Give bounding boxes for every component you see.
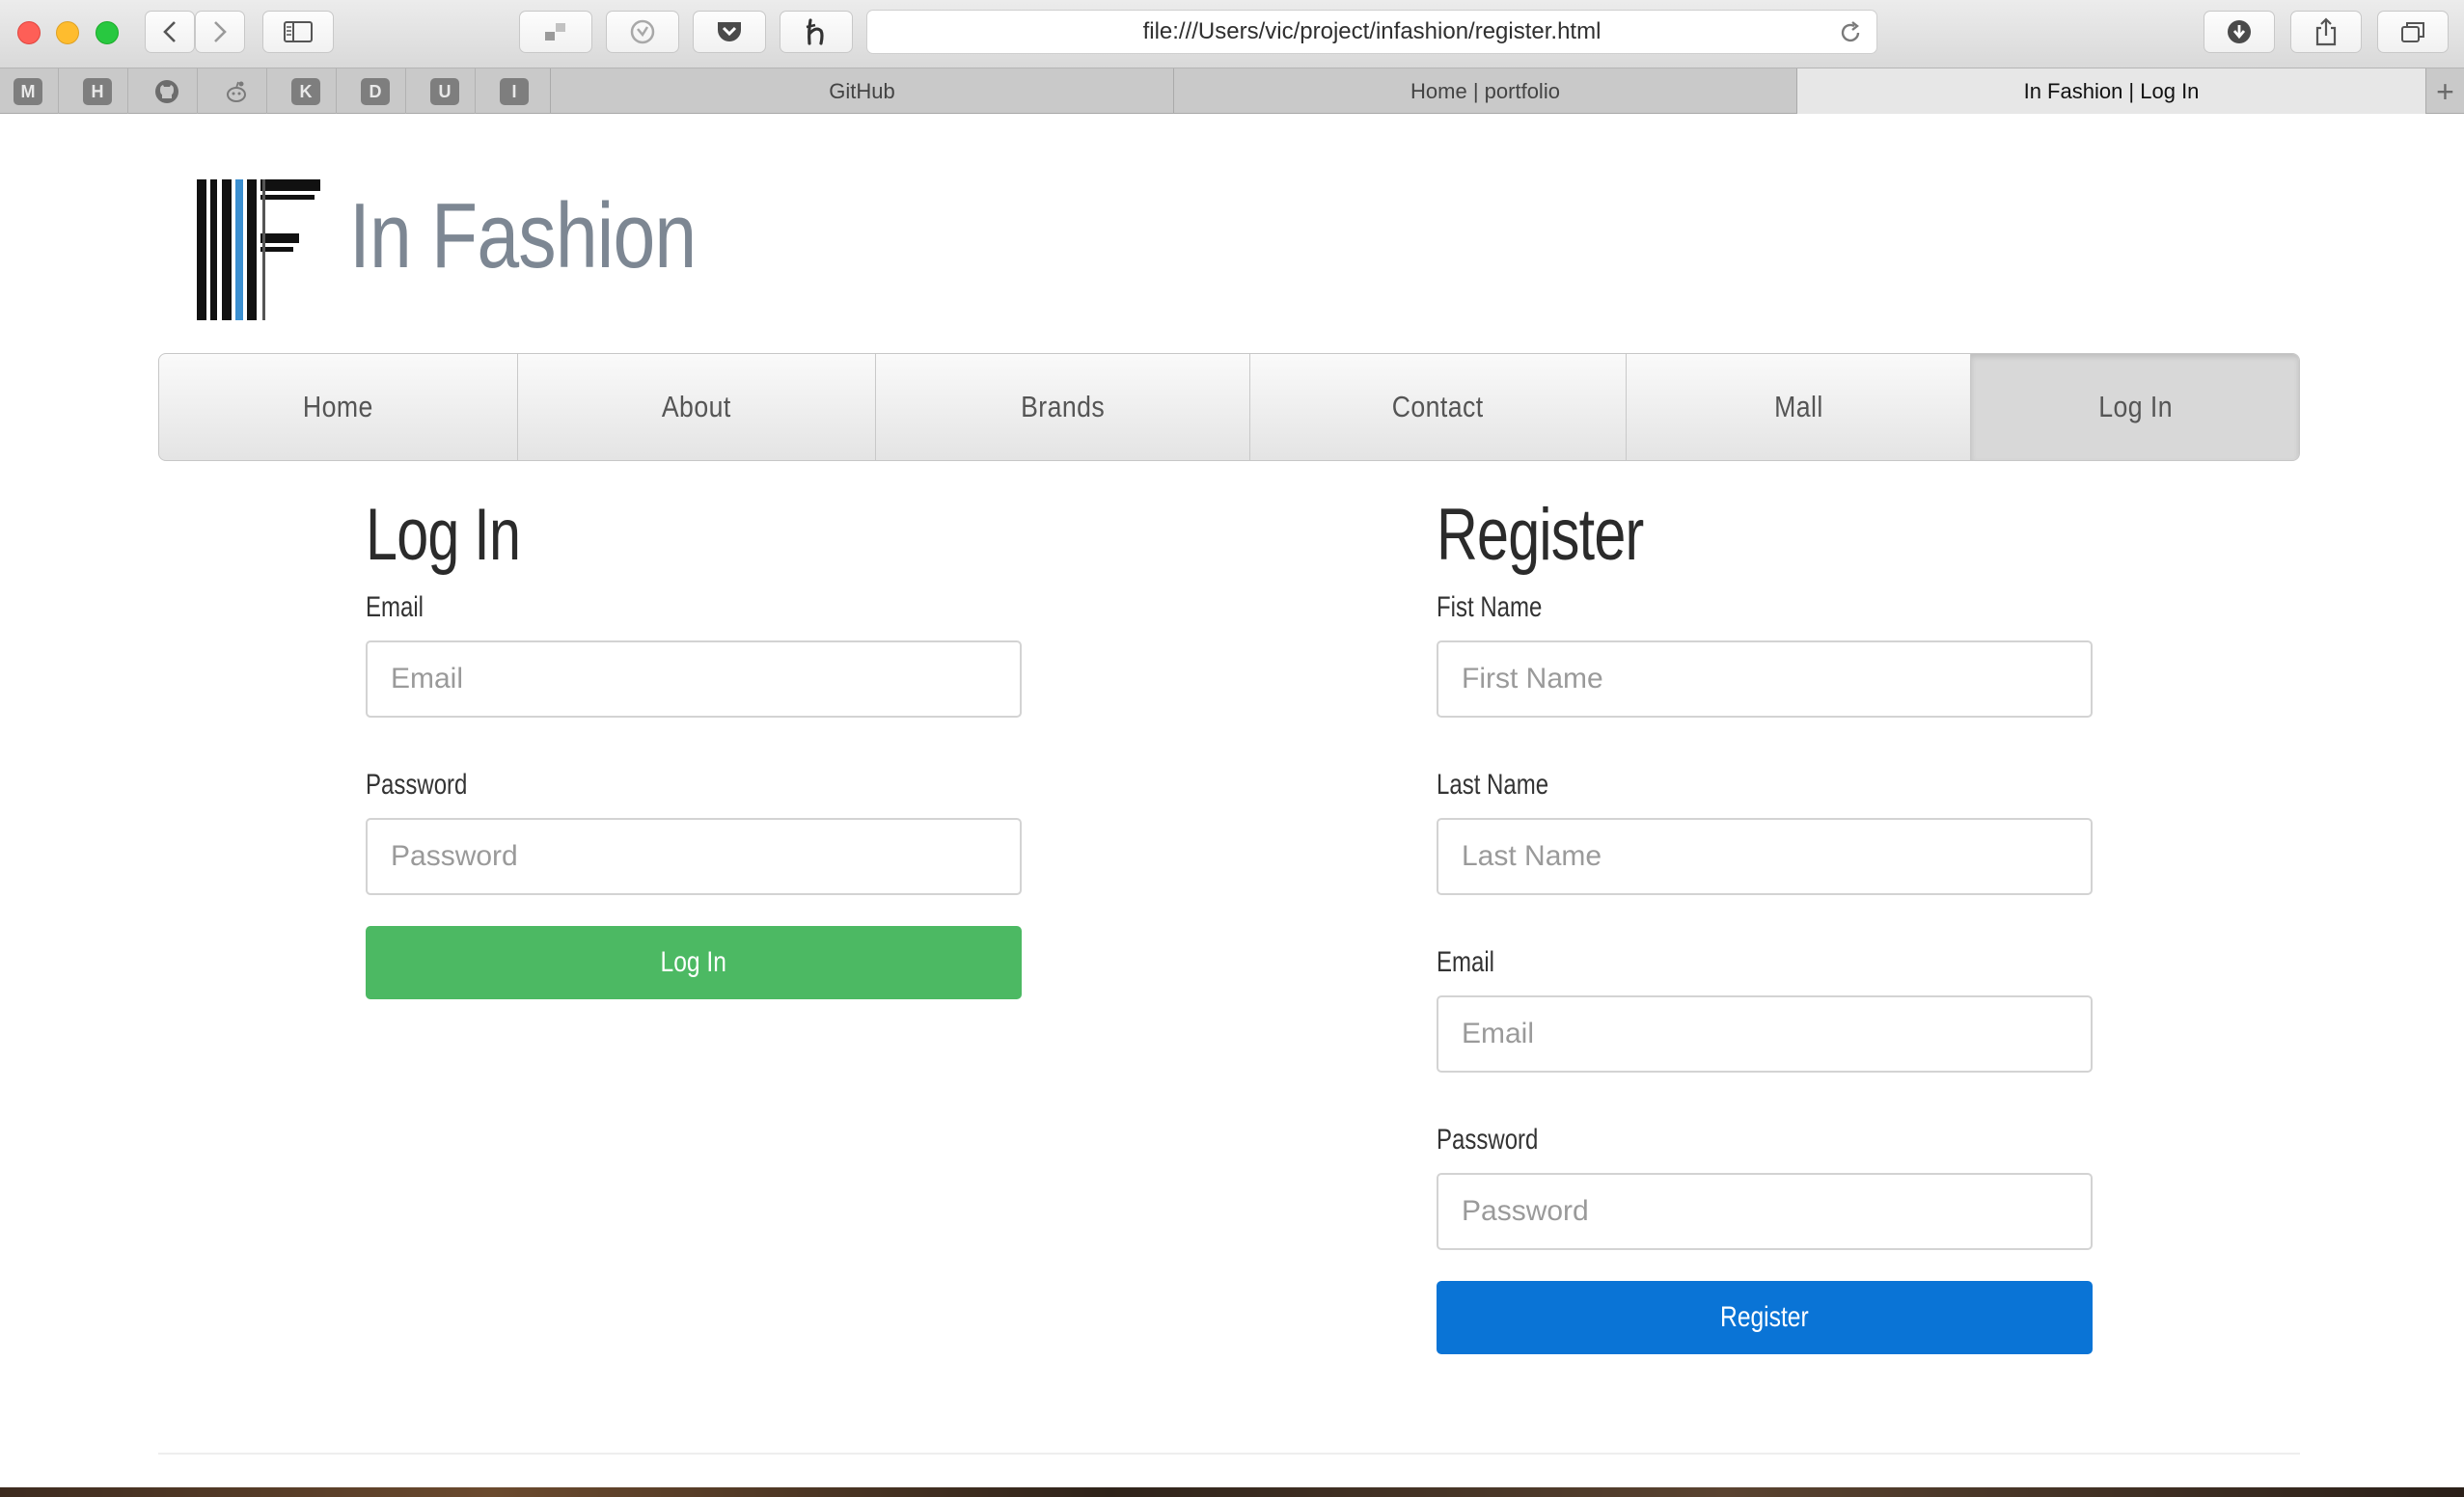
nav-log-in[interactable]: Log In — [1971, 354, 2299, 460]
site-brand-name[interactable]: In Fashion — [349, 183, 697, 289]
puzzle-extension-icon — [545, 23, 565, 41]
download-icon — [2228, 20, 2251, 43]
nav-brands-label: Brands — [1021, 390, 1106, 423]
bookmark-d[interactable]: D — [361, 78, 390, 105]
login-button[interactable]: Log In — [366, 926, 1022, 999]
address-bar[interactable]: file:///Users/vic/project/infashion/regi… — [866, 10, 1877, 54]
nav-home-label: Home — [302, 390, 373, 423]
extension-button-1[interactable] — [519, 11, 592, 53]
bookmark-separator — [58, 68, 59, 115]
bookmark-separator — [405, 68, 406, 115]
sidebar-icon — [284, 21, 313, 42]
register-email-input[interactable] — [1437, 995, 2093, 1073]
register-first-name-input[interactable] — [1437, 640, 2093, 718]
tab-home-portfolio[interactable]: Home | portfolio — [1173, 68, 1796, 115]
register-first-name-label: Fist Name — [1437, 591, 1543, 623]
reddit-icon — [227, 81, 246, 102]
bookmark-separator — [197, 68, 198, 115]
nav-mall-label: Mall — [1773, 390, 1823, 423]
nav-brands[interactable]: Brands — [876, 354, 1250, 460]
register-email-label: Email — [1437, 946, 1495, 978]
sidebar-toggle-button[interactable] — [262, 11, 334, 53]
footer-divider — [158, 1453, 2300, 1455]
bookmark-k[interactable]: K — [291, 78, 320, 105]
bookmark-github[interactable] — [152, 78, 181, 105]
nav-contact-label: Contact — [1391, 390, 1484, 423]
bookmark-separator — [127, 68, 128, 115]
main-navigation: Home About Brands Contact Mall Log In — [158, 353, 2300, 461]
register-button[interactable]: Register — [1437, 1281, 2093, 1354]
nav-log-in-label: Log In — [2097, 390, 2173, 423]
back-button[interactable] — [145, 11, 195, 53]
downloads-button[interactable] — [2204, 11, 2275, 53]
in-fashion-logo[interactable] — [193, 172, 328, 326]
honey-h-icon — [806, 18, 824, 45]
forward-button[interactable] — [195, 11, 245, 53]
browser-chrome: file:///Users/vic/project/infashion/regi… — [0, 0, 2464, 115]
bookmark-separator — [475, 68, 476, 115]
plus-icon: + — [2436, 73, 2454, 109]
register-last-name-label: Last Name — [1437, 769, 1549, 801]
sync-circle-icon — [630, 19, 655, 44]
window-maximize-button[interactable] — [96, 21, 119, 44]
url-text: file:///Users/vic/project/infashion/regi… — [1142, 18, 1602, 44]
page-content: In Fashion Home About Brands Contact Mal… — [0, 114, 2464, 1497]
login-button-label: Log In — [660, 946, 727, 978]
window-minimize-button[interactable] — [56, 21, 79, 44]
bookmark-u[interactable]: U — [430, 78, 459, 105]
pocket-icon — [718, 22, 741, 41]
login-password-label: Password — [366, 769, 468, 801]
bookmark-h[interactable]: H — [83, 78, 112, 105]
tabs-overview-button[interactable] — [2377, 11, 2449, 53]
pocket-button[interactable] — [693, 11, 766, 53]
chevron-left-icon — [163, 21, 176, 42]
reload-icon[interactable] — [1838, 20, 1863, 45]
footer-image-strip — [0, 1487, 2464, 1497]
nav-mall[interactable]: Mall — [1627, 354, 1972, 460]
register-button-label: Register — [1720, 1301, 1809, 1333]
nav-contact[interactable]: Contact — [1250, 354, 1627, 460]
tab-in-fashion-log-in[interactable]: In Fashion | Log In — [1796, 68, 2425, 115]
chevron-right-icon — [214, 21, 227, 42]
share-icon — [2315, 17, 2337, 46]
tabs-overview-icon — [2401, 22, 2424, 42]
register-title: Register — [1437, 494, 1644, 576]
bookmark-i[interactable]: I — [500, 78, 529, 105]
new-tab-button[interactable]: + — [2425, 68, 2464, 115]
nav-home[interactable]: Home — [159, 354, 518, 460]
bookmark-separator — [336, 68, 337, 115]
bookmarks-tab-bar: M H K D U I GitHub Home | portfolio In F… — [0, 68, 2464, 115]
extension-button-2[interactable] — [606, 11, 679, 53]
nav-about-label: About — [662, 390, 731, 423]
bookmark-reddit[interactable] — [222, 78, 251, 105]
login-title: Log In — [366, 494, 521, 576]
login-email-input[interactable] — [366, 640, 1022, 718]
github-icon — [155, 80, 178, 103]
register-password-input[interactable] — [1437, 1173, 2093, 1250]
tab-github[interactable]: GitHub — [550, 68, 1173, 115]
bookmark-separator — [266, 68, 267, 115]
bookmark-m[interactable]: M — [14, 78, 42, 105]
login-password-input[interactable] — [366, 818, 1022, 895]
login-email-label: Email — [366, 591, 424, 623]
register-password-label: Password — [1437, 1124, 1539, 1156]
login-form: Log In Email Password Log In — [366, 492, 1022, 999]
nav-about[interactable]: About — [518, 354, 877, 460]
register-form: Register Fist Name Last Name Email Passw… — [1437, 492, 2093, 1354]
share-button[interactable] — [2290, 11, 2362, 53]
register-last-name-input[interactable] — [1437, 818, 2093, 895]
window-close-button[interactable] — [17, 21, 41, 44]
browser-toolbar: file:///Users/vic/project/infashion/regi… — [0, 0, 2464, 68]
honey-button[interactable] — [780, 11, 853, 53]
